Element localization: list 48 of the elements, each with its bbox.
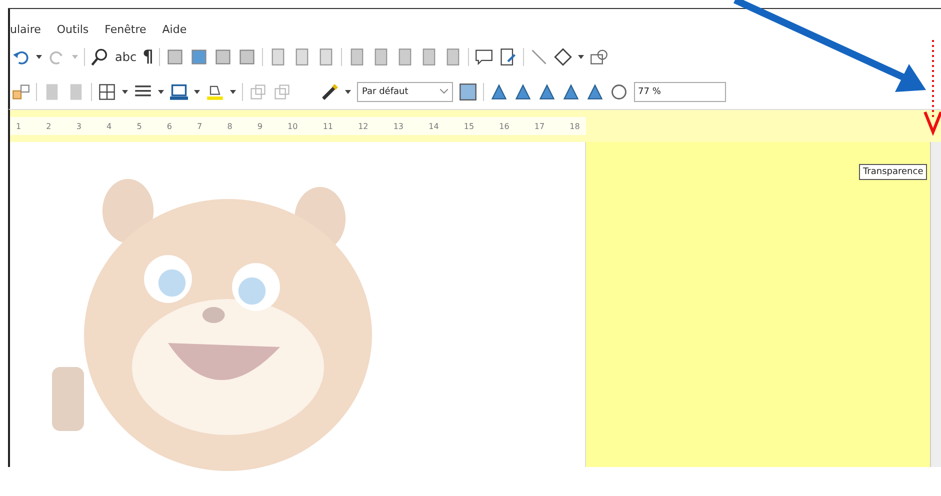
ruler-number: 15 (464, 122, 474, 130)
shapes-icon[interactable] (590, 48, 608, 66)
transparency-field[interactable]: 77 % (634, 82, 726, 102)
vertical-scrollbar[interactable] (930, 142, 941, 467)
anchor-icon[interactable] (12, 82, 30, 100)
dropdown-arrow-icon[interactable] (578, 54, 584, 60)
style-dropdown[interactable]: Par défaut (357, 82, 453, 102)
menu-item[interactable]: Outils (56, 22, 89, 36)
find-replace-icon[interactable] (91, 48, 109, 66)
ruler-number: 11 (322, 122, 333, 130)
menu-item[interactable]: Aide (162, 22, 187, 36)
ruler-number: 6 (166, 122, 172, 130)
ruler-number: 4 (106, 122, 112, 130)
dropdown-arrow-icon[interactable] (158, 88, 164, 94)
ruler-number: 12 (358, 122, 368, 130)
image-icon[interactable] (190, 48, 208, 66)
ruler-number: 5 (136, 122, 142, 130)
border-color-icon[interactable] (170, 82, 188, 100)
ruler-number: 2 (46, 122, 52, 130)
line-icon[interactable] (530, 48, 548, 66)
spelling-button[interactable]: abc (115, 50, 137, 64)
comment-icon[interactable] (475, 48, 494, 66)
ruler-number: 9 (257, 122, 262, 130)
ruler-number: 3 (76, 122, 82, 130)
ruler-number: 17 (534, 122, 545, 130)
tooltip: Transparence (859, 164, 928, 180)
chevron-down-icon[interactable] (440, 89, 448, 94)
ruler-number: 7 (197, 122, 202, 130)
ruler-number: 16 (499, 122, 510, 130)
ruler-number: 8 (227, 122, 232, 130)
track-changes-icon[interactable] (499, 48, 518, 66)
dropdown-arrow-icon[interactable] (36, 54, 42, 60)
image-settings-icon[interactable] (459, 82, 477, 100)
formatting-marks-button[interactable]: ¶ (142, 46, 154, 66)
menu-item[interactable]: Fenêtre (104, 22, 146, 36)
filter-wand-icon[interactable] (321, 82, 339, 100)
diamond-icon[interactable] (554, 48, 572, 66)
ruler-number: 14 (428, 122, 439, 130)
dropdown-arrow-icon[interactable] (122, 88, 128, 94)
menu-item[interactable]: ulaire (10, 22, 41, 36)
ruler-number: 1 (16, 122, 22, 130)
dropdown-arrow-icon[interactable] (345, 88, 351, 94)
dropdown-arrow-icon[interactable] (230, 88, 236, 94)
ruler-number: 13 (393, 122, 404, 130)
ruler-number: 10 (288, 122, 298, 130)
borders-icon[interactable] (98, 82, 116, 100)
ruler-number: 18 (570, 122, 580, 130)
dropdown-arrow-icon[interactable] (194, 88, 200, 94)
